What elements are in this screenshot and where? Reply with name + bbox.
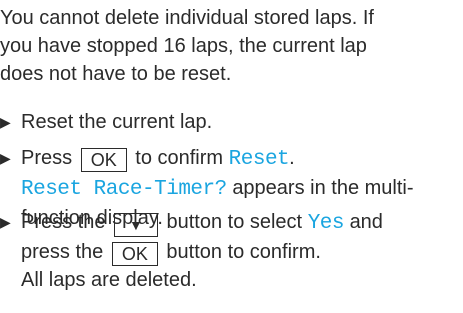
- intro-line-1: You cannot delete individual stored laps…: [0, 7, 374, 29]
- ok-key-icon: OK: [111, 242, 158, 266]
- step-2-appears: appears in the multi-: [232, 177, 414, 199]
- step-3-result: All laps are deleted.: [0, 266, 460, 294]
- ok-key-icon: OK: [80, 148, 127, 172]
- intro-paragraph: You cannot delete individual stored laps…: [0, 4, 460, 88]
- display-text-yes: Yes: [307, 212, 345, 235]
- intro-line-2: you have stopped 16 laps, the current la…: [0, 35, 367, 57]
- step-arrow-icon: ▶: [0, 150, 11, 166]
- step-2-press: Press: [21, 147, 73, 169]
- step-1-text: Reset the current lap.: [21, 111, 213, 133]
- intro-line-3: does not have to be reset.: [0, 63, 232, 85]
- step-3-result-text: All laps are deleted.: [21, 269, 197, 291]
- step-3-continuation: press the OK button to confirm.: [0, 238, 460, 266]
- display-text-reset: Reset: [228, 148, 290, 171]
- manual-page: You cannot delete individual stored laps…: [0, 0, 463, 313]
- display-text-reset-race-timer: Reset Race-Timer?: [21, 178, 227, 201]
- step-3-press-the: Press the: [21, 211, 106, 233]
- step-3-and: and: [349, 211, 383, 233]
- step-3-button-confirm: button to confirm.: [166, 241, 321, 263]
- step-reset-current-lap: ▶ Reset the current lap.: [0, 108, 460, 136]
- step-select-yes-confirm: ▶ Press the ▼ button to select Yes and pr…: [0, 208, 460, 294]
- step-arrow-icon: ▶: [0, 114, 11, 130]
- down-arrow-key-icon: ▼: [114, 213, 158, 237]
- step-2-continuation: Reset Race-Timer? appears in the multi-: [0, 174, 460, 204]
- step-2-to-confirm: to confirm: [135, 147, 224, 169]
- step-3-button-select: button to select: [166, 211, 303, 233]
- step-arrow-icon: ▶: [0, 214, 11, 230]
- step-3-press-the-2: press the: [21, 241, 104, 263]
- step-2-period: .: [289, 147, 295, 169]
